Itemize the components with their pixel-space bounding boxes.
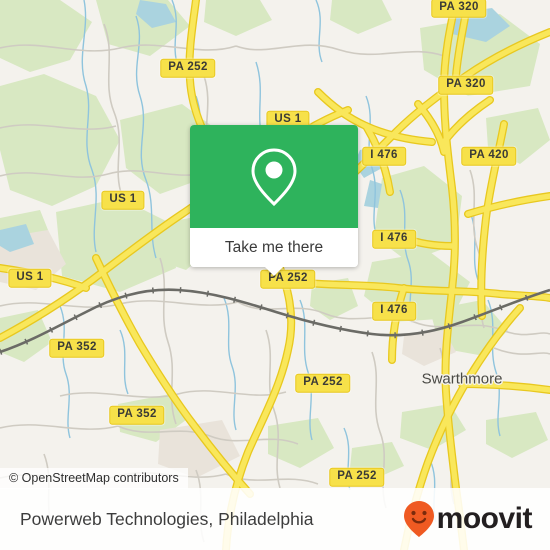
road-shield[interactable]: I 476 bbox=[372, 229, 416, 249]
map-screenshot: PA 320 PA 252 PA 320 US 1 I 476 PA 420 U… bbox=[0, 0, 550, 550]
map-pin-icon bbox=[251, 147, 297, 206]
road-shield[interactable]: I 476 bbox=[362, 146, 406, 166]
moovit-logo[interactable]: moovit bbox=[403, 500, 533, 538]
popup-image-placeholder bbox=[190, 125, 358, 228]
moovit-wordmark: moovit bbox=[436, 502, 533, 535]
road-shield[interactable]: PA 420 bbox=[461, 146, 517, 166]
road-shield[interactable]: PA 320 bbox=[431, 0, 487, 18]
road-shield[interactable]: PA 352 bbox=[49, 338, 105, 358]
location-title: Powerweb Technologies, Philadelphia bbox=[20, 508, 314, 529]
road-shield[interactable]: PA 252 bbox=[295, 373, 351, 393]
bottom-info-bar: Powerweb Technologies, Philadelphia moov… bbox=[0, 488, 550, 550]
road-shield[interactable]: PA 352 bbox=[109, 405, 165, 425]
moovit-pin-icon bbox=[403, 501, 434, 537]
popup-pointer-tail bbox=[265, 267, 283, 276]
road-shield[interactable]: I 476 bbox=[372, 301, 416, 321]
road-shield[interactable]: PA 320 bbox=[438, 75, 494, 95]
location-popup-card[interactable]: Take me there bbox=[190, 125, 358, 276]
road-shield[interactable]: PA 252 bbox=[160, 58, 216, 78]
road-shield[interactable]: US 1 bbox=[101, 190, 145, 210]
take-me-there-label: Take me there bbox=[224, 238, 324, 256]
take-me-there-button[interactable]: Take me there bbox=[190, 228, 358, 276]
place-label-swarthmore: Swarthmore bbox=[421, 370, 503, 388]
road-shield[interactable]: US 1 bbox=[8, 268, 52, 288]
road-shield[interactable]: PA 252 bbox=[329, 467, 385, 487]
map-attribution[interactable]: © OpenStreetMap contributors bbox=[0, 468, 188, 489]
